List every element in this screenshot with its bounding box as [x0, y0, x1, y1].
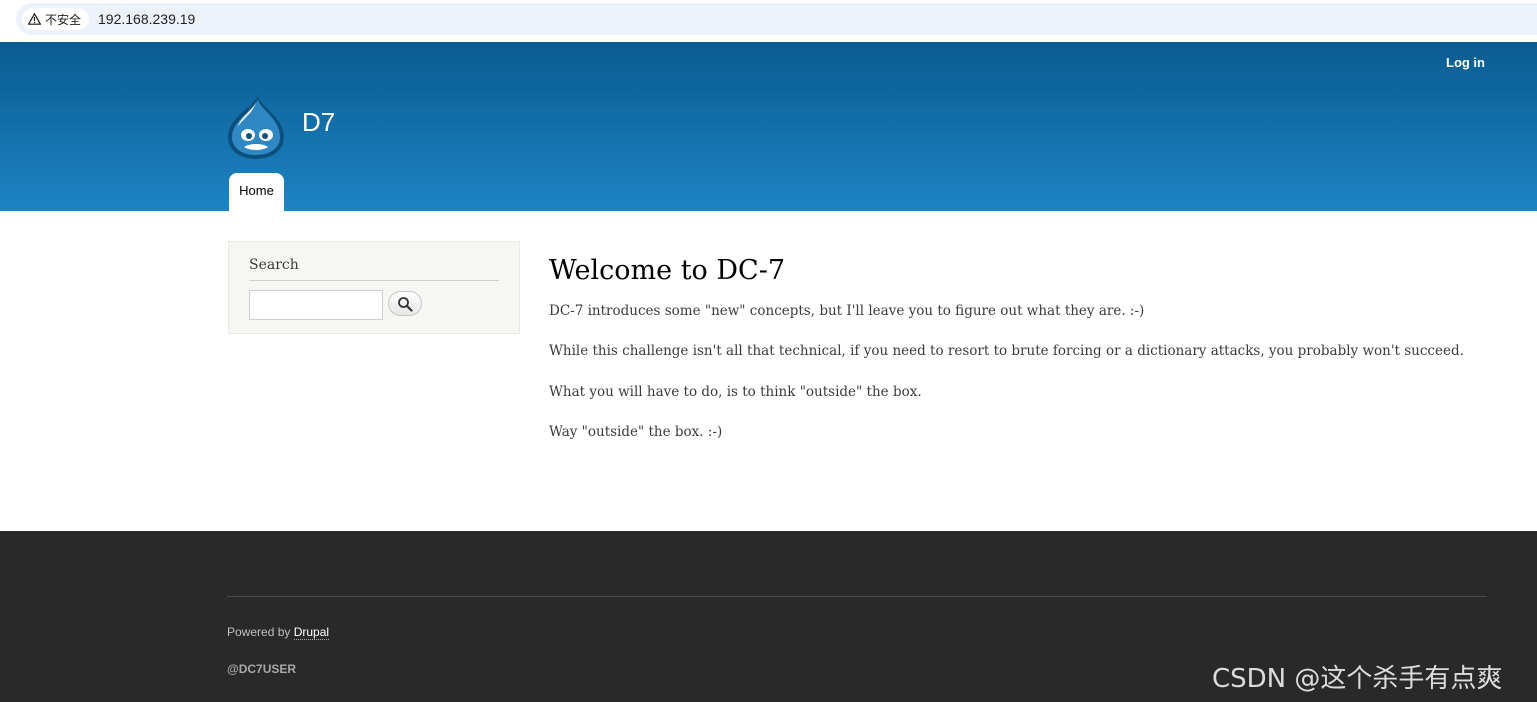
paragraph: Way "outside" the box. :-): [549, 424, 723, 440]
paragraph: What you will have to do, is to think "o…: [549, 384, 922, 400]
site-name[interactable]: D7: [302, 107, 335, 138]
watermark: CSDN @这个杀手有点爽: [1212, 664, 1503, 694]
omnibox[interactable]: 不安全 192.168.239.19: [16, 3, 1537, 35]
warning-triangle-icon: [28, 13, 41, 25]
paragraph: While this challenge isn't all that tech…: [549, 343, 1464, 359]
drupal-link[interactable]: Drupal: [293, 625, 330, 640]
search-block: Search: [228, 241, 520, 334]
site-footer: Powered by Drupal @DC7USER CSDN @这个杀手有点爽: [0, 531, 1537, 702]
footer-handle: @DC7USER: [227, 662, 297, 676]
powered-by: Powered by Drupal: [227, 625, 330, 640]
browser-address-bar: 不安全 192.168.239.19: [0, 0, 1537, 42]
security-label: 不安全: [45, 12, 82, 27]
drupal-logo-icon[interactable]: [226, 93, 286, 161]
search-block-title: Search: [249, 257, 299, 273]
tab-home[interactable]: Home: [229, 173, 284, 211]
search-input[interactable]: [249, 290, 383, 320]
paragraph: DC-7 introduces some "new" concepts, but…: [549, 303, 1145, 319]
search-button[interactable]: [388, 291, 422, 316]
site-header: Log in D7 Home: [0, 42, 1537, 211]
powered-by-prefix: Powered by: [227, 625, 294, 639]
security-indicator[interactable]: 不安全: [22, 8, 90, 30]
url-text[interactable]: 192.168.239.19: [98, 11, 195, 27]
magnifier-icon: [398, 296, 413, 312]
footer-divider: [227, 596, 1487, 597]
login-link[interactable]: Log in: [1446, 55, 1485, 70]
divider: [249, 280, 499, 281]
page-title: Welcome to DC-7: [549, 255, 785, 286]
